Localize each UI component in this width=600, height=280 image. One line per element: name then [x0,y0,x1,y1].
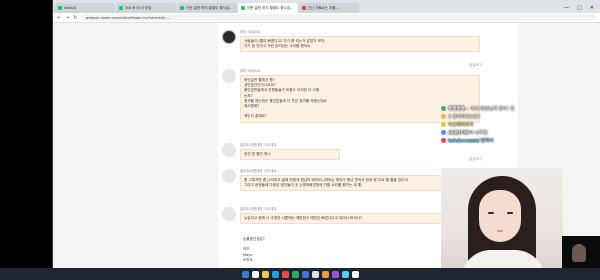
comment-nickname[interactable]: 말리트러벤대표 아이대요 [240,207,277,212]
comment-nickname[interactable]: 쭈리 비싸요요 [240,30,260,35]
screen: tabb24 Tab 와 내 코 보임 이런 말한 하지 할때도 좋으십... … [0,0,600,280]
reload-icon[interactable]: ↻ [73,15,77,21]
avatar [222,143,236,157]
comment-nickname[interactable]: 말리트러벤대표 아이대요 [240,169,277,174]
minimize-button[interactable]: — [564,5,569,11]
maximize-button[interactable]: □ [577,5,582,11]
edge-icon[interactable] [271,270,279,278]
tab-favicon-icon [119,6,123,10]
tab-favicon-icon [180,6,184,10]
browser-tab[interactable]: tabb24 [55,3,115,13]
close-button[interactable]: ✕ [590,5,594,11]
chat-message: 이선재터야가 [441,122,561,130]
user-badge-icon [441,114,446,119]
tab-label: tabb24 [64,6,77,10]
tab-label: 이런 말한 하지 할때도 좋으십... [247,5,294,10]
user-badge-icon [441,138,446,143]
browser-tab[interactable]: Tab 와 내 코 보임 [116,3,176,13]
tab-favicon-icon [241,6,245,10]
tab-label: 이런 말한 하지 할때도 좋으십... [186,5,233,10]
user-badge-icon [441,130,446,135]
app-icon[interactable] [351,270,359,278]
comment-nickname[interactable]: 말리트러벤대표 아이대요 [240,143,277,148]
chrome-icon[interactable] [311,270,319,278]
browser-tab-active[interactable]: 이런 말한 하지 할때도 좋으십... [238,3,298,13]
browser-tab[interactable]: [단] 기빠르는 저를... [299,3,359,13]
chat-message: [도판]미좋아 너무줍 [441,130,561,138]
app-icon[interactable] [281,270,289,278]
window-controls: — □ ✕ [558,5,600,13]
streamer-eye [507,212,513,214]
folder-icon[interactable] [261,270,269,278]
app-icon[interactable] [291,270,299,278]
chat-message: telebocom님 영역미 [441,138,561,146]
tab-label: Tab 와 내 코 보임 [125,5,152,10]
webcam-feed [441,168,563,280]
reply-button[interactable]: 답글쓰기 [469,63,482,68]
stream-chat: 흑흑흑흑~ 어서 현장님께 말이! 중 3 번지까지보요? 이선재터야가 [도판… [441,106,561,146]
tab-label: [단] 기빠르는 저를... [308,5,339,10]
avatar [222,207,236,221]
streamer-eye [488,212,494,214]
comment-text: 사람들이 (짤이 빠졌다고) 자기 좀 되는가 같았거 보자. 자기 말 안다고… [240,36,480,53]
tab-favicon-icon [58,6,62,10]
chat-message: 3 번지까지보요? [441,114,561,122]
app-icon[interactable] [341,270,349,278]
comment-text: 승룡중선생은? 의도 Maye 도란도 [240,235,380,266]
forward-icon[interactable]: → [65,15,69,21]
mini-person [572,244,586,262]
comment-nickname[interactable]: 쭈리 비싸요요 [240,69,260,74]
chat-message: 흑흑흑흑~ 어서 현장님께 말이! 중 [441,106,561,114]
start-icon[interactable] [241,270,249,278]
app-icon[interactable] [331,270,339,278]
search-icon[interactable] [251,270,259,278]
user-badge-icon [441,106,446,111]
streamer-mouth [497,230,503,232]
taskbar [0,268,600,280]
browser-tab[interactable]: 이런 말한 하지 할때도 좋으십... [177,3,237,13]
address-bar-row: ← → ↻ webpub.naver.com/ArticleRead.nhn?a… [53,13,600,23]
tab-favicon-icon [302,6,306,10]
streamer-face [479,190,521,242]
url-field[interactable]: webpub.naver.com/ArticleRead.nhn?article… [81,14,596,21]
back-icon[interactable]: ← [57,15,61,21]
app-icon[interactable] [301,270,309,278]
avatar [222,30,236,44]
mini-webcam [562,236,600,270]
comment-text: 옹선 한 월인 현니 [240,149,340,161]
user-badge-icon [441,122,446,127]
tab-bar: tabb24 Tab 와 내 코 보임 이런 말한 하지 할때도 좋으십... … [53,0,600,13]
app-icon[interactable] [321,270,329,278]
avatar [222,169,236,183]
avatar [222,69,236,83]
reply-button[interactable]: 답글쓰기 [469,157,482,162]
